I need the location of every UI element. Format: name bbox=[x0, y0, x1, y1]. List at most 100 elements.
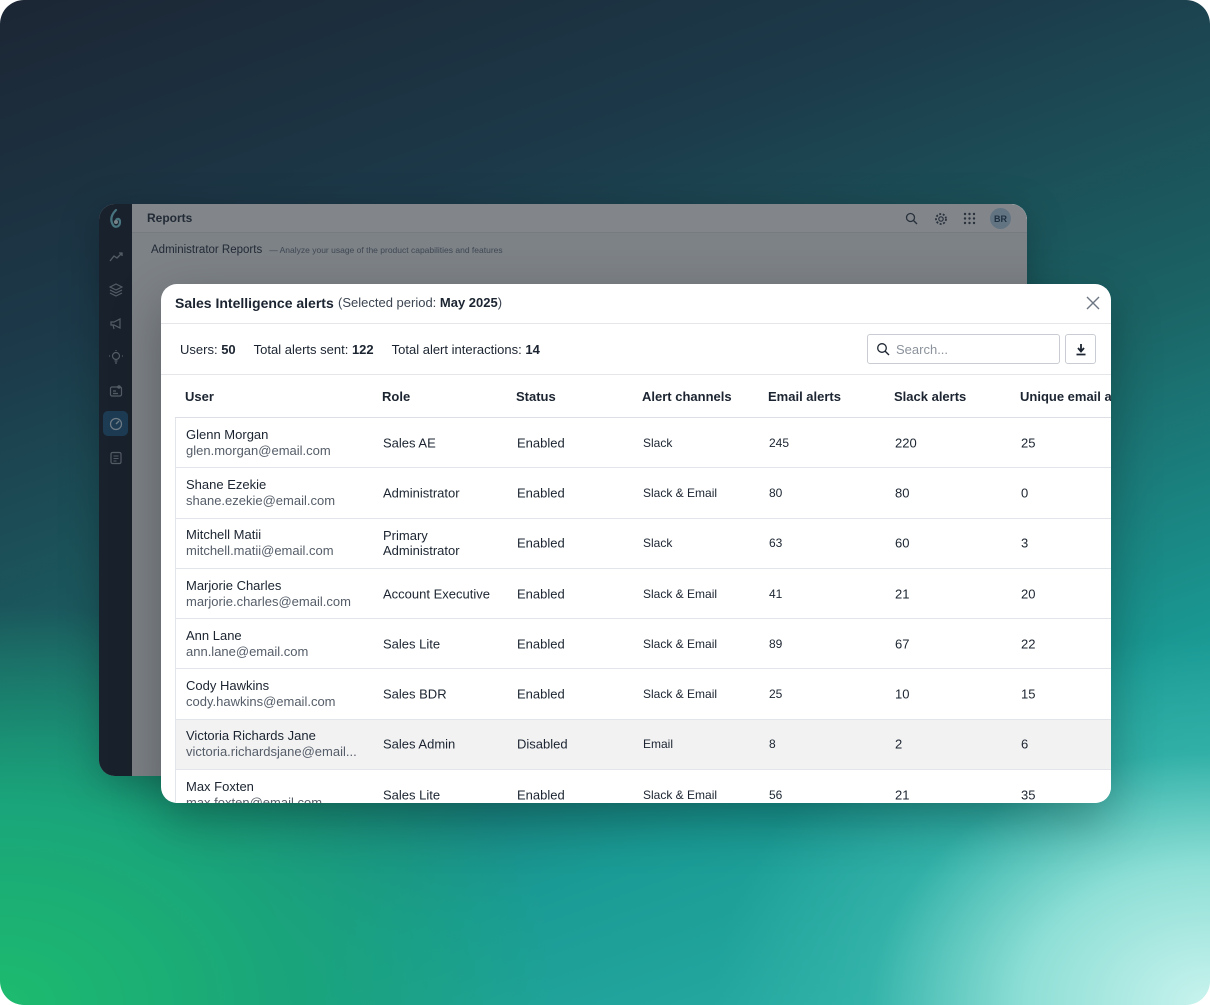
user-email: victoria.richardsjane@email... bbox=[186, 744, 357, 760]
user-name: Glenn Morgan bbox=[186, 426, 269, 442]
slack-alerts: 67 bbox=[895, 636, 910, 652]
report-icon[interactable] bbox=[107, 449, 124, 466]
gear-icon[interactable] bbox=[932, 210, 949, 227]
user-name: Cody Hawkins bbox=[186, 678, 270, 694]
user-name: Mitchell Matii bbox=[186, 527, 262, 543]
alerts-modal: Sales Intelligence alerts (Selected peri… bbox=[161, 284, 1111, 803]
search-input[interactable] bbox=[896, 339, 1054, 359]
reports-description: — Analyze your usage of the product capa… bbox=[269, 245, 503, 255]
avatar[interactable]: BR bbox=[990, 208, 1011, 229]
download-button[interactable] bbox=[1065, 334, 1096, 364]
stat-interactions: Total alert interactions: 14 bbox=[392, 342, 540, 357]
unique-email-alerts: 3 bbox=[1021, 535, 1029, 551]
app-sidebar bbox=[99, 204, 132, 776]
col-status[interactable]: Status bbox=[516, 389, 556, 404]
stat-interactions-label: Total alert interactions: bbox=[391, 342, 522, 357]
modal-title: Sales Intelligence alerts bbox=[175, 295, 334, 311]
unique-email-alerts: 22 bbox=[1021, 636, 1036, 652]
gauge-icon[interactable] bbox=[103, 411, 128, 436]
user-email: shane.ezekie@email.com bbox=[186, 492, 336, 508]
col-alert-channels[interactable]: Alert channels bbox=[642, 389, 732, 404]
alert-channels: Slack & Email bbox=[643, 687, 718, 702]
alerts-table: User Role Status Alert channels Email al… bbox=[161, 374, 1111, 803]
user-email: mitchell.matii@email.com bbox=[186, 543, 334, 559]
user-name: Ann Lane bbox=[186, 627, 242, 643]
search-icon bbox=[877, 343, 890, 356]
user-email: marjorie.charles@email.com bbox=[186, 593, 351, 609]
layers-icon[interactable] bbox=[107, 281, 124, 298]
slack-alerts: 21 bbox=[895, 586, 910, 602]
col-email-alerts[interactable]: Email alerts bbox=[768, 389, 841, 404]
user-email: ann.lane@email.com bbox=[186, 643, 309, 659]
col-user[interactable]: User bbox=[185, 389, 214, 404]
close-icon bbox=[1086, 296, 1100, 310]
slack-alerts: 80 bbox=[895, 485, 910, 501]
alert-channels: Slack bbox=[643, 536, 673, 551]
lightbulb-icon[interactable] bbox=[107, 348, 124, 365]
user-role: Account Executive bbox=[383, 586, 490, 602]
user-role: Sales Lite bbox=[383, 636, 441, 652]
user-status: Enabled bbox=[517, 686, 565, 702]
user-name: Marjorie Charles bbox=[186, 577, 282, 593]
user-email: cody.hawkins@email.com bbox=[186, 694, 336, 710]
table-row[interactable]: Mitchell Matii mitchell.matii@email.com P… bbox=[175, 518, 1111, 569]
close-button[interactable] bbox=[1085, 295, 1101, 311]
period-prefix: (Selected period: bbox=[338, 295, 440, 310]
user-status: Disabled bbox=[517, 736, 568, 752]
user-role: Sales BDR bbox=[383, 686, 447, 702]
stats-bar: Users: 50 Total alerts sent: 122 Total a… bbox=[180, 342, 540, 357]
email-alerts: 8 bbox=[769, 737, 776, 752]
unique-email-alerts: 35 bbox=[1021, 787, 1036, 803]
slack-alerts: 220 bbox=[895, 435, 917, 451]
col-role[interactable]: Role bbox=[382, 389, 410, 404]
modal-header: Sales Intelligence alerts (Selected peri… bbox=[161, 284, 1111, 324]
alert-channels: Slack bbox=[643, 435, 673, 450]
unique-email-alerts: 0 bbox=[1021, 485, 1029, 501]
unique-email-alerts: 25 bbox=[1021, 435, 1036, 451]
user-role: Primary Administrator bbox=[383, 528, 460, 559]
id-card-icon[interactable] bbox=[107, 382, 124, 399]
table-row[interactable]: Max Foxten max.foxten@email.com Sales Lit… bbox=[175, 770, 1111, 803]
user-status: Enabled bbox=[517, 586, 565, 602]
stat-users-label: Users: bbox=[180, 342, 218, 357]
table-row[interactable]: Glenn Morgan glen.morgan@email.com Sales … bbox=[175, 418, 1111, 469]
search-box[interactable] bbox=[867, 334, 1060, 364]
user-status: Enabled bbox=[517, 787, 565, 803]
apps-grid-icon[interactable] bbox=[961, 210, 978, 227]
stat-users: Users: 50 bbox=[180, 342, 236, 357]
slack-alerts: 60 bbox=[895, 535, 910, 551]
alert-channels: Slack & Email bbox=[643, 787, 718, 802]
trend-icon[interactable] bbox=[107, 248, 124, 265]
download-icon bbox=[1076, 343, 1085, 355]
user-name: Victoria Richards Jane bbox=[186, 728, 316, 744]
table-row[interactable]: Shane Ezekie shane.ezekie@email.com Admin… bbox=[175, 468, 1111, 519]
stat-alerts-sent: Total alerts sent: 122 bbox=[254, 342, 374, 357]
table-body: Glenn Morgan glen.morgan@email.com Sales … bbox=[175, 418, 1111, 803]
unique-email-alerts: 20 bbox=[1021, 586, 1036, 602]
stat-sent-label: Total alerts sent: bbox=[253, 342, 349, 357]
table-row[interactable]: Cody Hawkins cody.hawkins@email.com Sales… bbox=[175, 669, 1111, 720]
user-status: Enabled bbox=[517, 636, 565, 652]
alert-channels: Slack & Email bbox=[643, 485, 718, 500]
email-alerts: 80 bbox=[769, 485, 783, 500]
megaphone-icon[interactable] bbox=[107, 315, 124, 332]
col-unique-email-alerts[interactable]: Unique email al bbox=[1020, 389, 1111, 404]
col-slack-alerts[interactable]: Slack alerts bbox=[894, 389, 966, 404]
app-topbar: Reports BR bbox=[132, 204, 1027, 233]
table-row[interactable]: Marjorie Charles marjorie.charles@email.c… bbox=[175, 568, 1111, 620]
period-suffix: ) bbox=[497, 295, 503, 310]
user-name: Shane Ezekie bbox=[186, 476, 267, 492]
selected-period: (Selected period: May 2025) bbox=[338, 295, 502, 310]
search-icon[interactable] bbox=[903, 210, 920, 227]
table-row-highlighted[interactable]: Victoria Richards Jane victoria.richardsj… bbox=[175, 719, 1111, 771]
table-row[interactable]: Ann Lane ann.lane@email.com Sales Lite En… bbox=[175, 619, 1111, 670]
user-status: Enabled bbox=[517, 485, 565, 501]
unique-email-alerts: 15 bbox=[1021, 686, 1036, 702]
stat-users-value: 50 bbox=[221, 342, 236, 357]
email-alerts: 41 bbox=[769, 586, 783, 601]
alert-channels: Email bbox=[643, 737, 674, 752]
slack-alerts: 10 bbox=[895, 686, 910, 702]
stat-interactions-value: 14 bbox=[525, 342, 540, 357]
slack-alerts: 2 bbox=[895, 736, 903, 752]
email-alerts: 63 bbox=[769, 536, 783, 551]
